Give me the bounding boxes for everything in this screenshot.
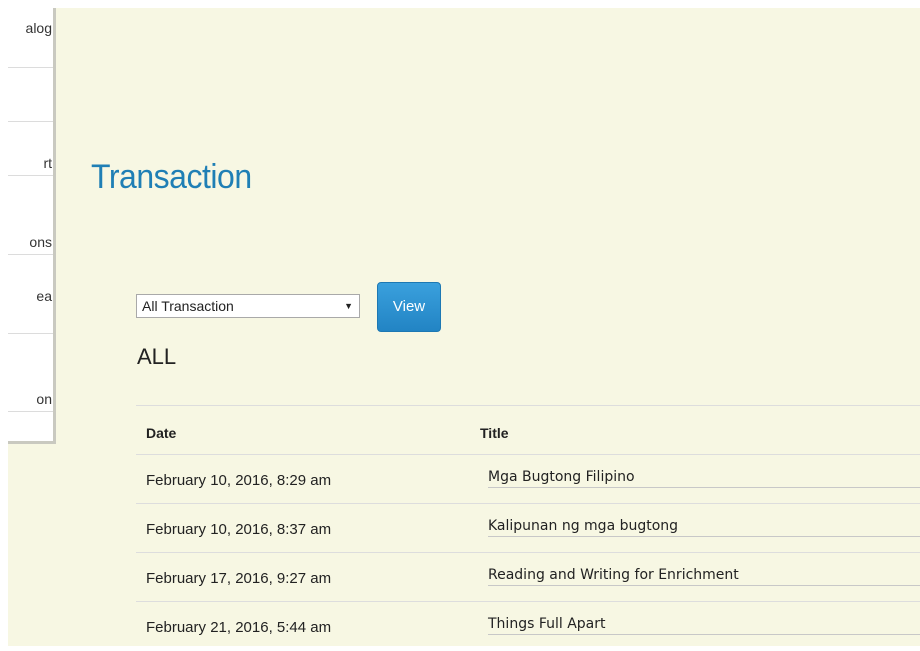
table-row: February 17, 2016, 9:27 am Reading and W… [136, 553, 920, 602]
sidebar-item-label: ea [36, 288, 52, 304]
sidebar: alog rt ons ea on [8, 8, 56, 444]
sidebar-item[interactable] [8, 68, 53, 122]
sidebar-item-area[interactable]: ea [8, 255, 53, 334]
column-header-title[interactable]: Title [480, 425, 509, 441]
row-title: Mga Bugtong Filipino [488, 469, 920, 488]
row-title: Things Full Apart [488, 616, 920, 635]
dropdown-arrow-icon: ▼ [344, 301, 353, 311]
page-title: Transaction [91, 158, 252, 196]
sidebar-item-label: alog [25, 20, 52, 36]
row-date: February 21, 2016, 5:44 am [146, 619, 332, 636]
table-header: Date Title [136, 405, 920, 455]
sidebar-item-catalog[interactable]: alog [8, 8, 53, 68]
table-row: February 10, 2016, 8:29 am Mga Bugtong F… [136, 455, 920, 504]
table-row: February 10, 2016, 8:37 am Kalipunan ng … [136, 504, 920, 553]
row-title: Reading and Writing for Enrichment [488, 567, 920, 586]
sidebar-item-transactions[interactable]: ons [8, 176, 53, 255]
view-button[interactable]: View [377, 282, 441, 332]
sidebar-item-label: ons [29, 234, 52, 250]
row-date: February 17, 2016, 9:27 am [146, 570, 332, 587]
row-date: February 10, 2016, 8:29 am [146, 472, 332, 489]
column-header-date[interactable]: Date [146, 425, 176, 441]
sidebar-item-label: on [36, 391, 52, 407]
sidebar-item-report[interactable]: rt [8, 122, 53, 176]
filter-heading: ALL [137, 344, 177, 369]
row-date: February 10, 2016, 8:37 am [146, 521, 332, 538]
sidebar-item-option[interactable]: on [8, 334, 53, 412]
table-row: February 21, 2016, 5:44 am Things Full A… [136, 602, 920, 651]
row-title: Kalipunan ng mga bugtong [488, 518, 920, 537]
transaction-type-select[interactable]: All Transaction ▼ [136, 294, 360, 318]
sidebar-item-label: rt [43, 155, 52, 171]
select-value: All Transaction [142, 298, 234, 314]
